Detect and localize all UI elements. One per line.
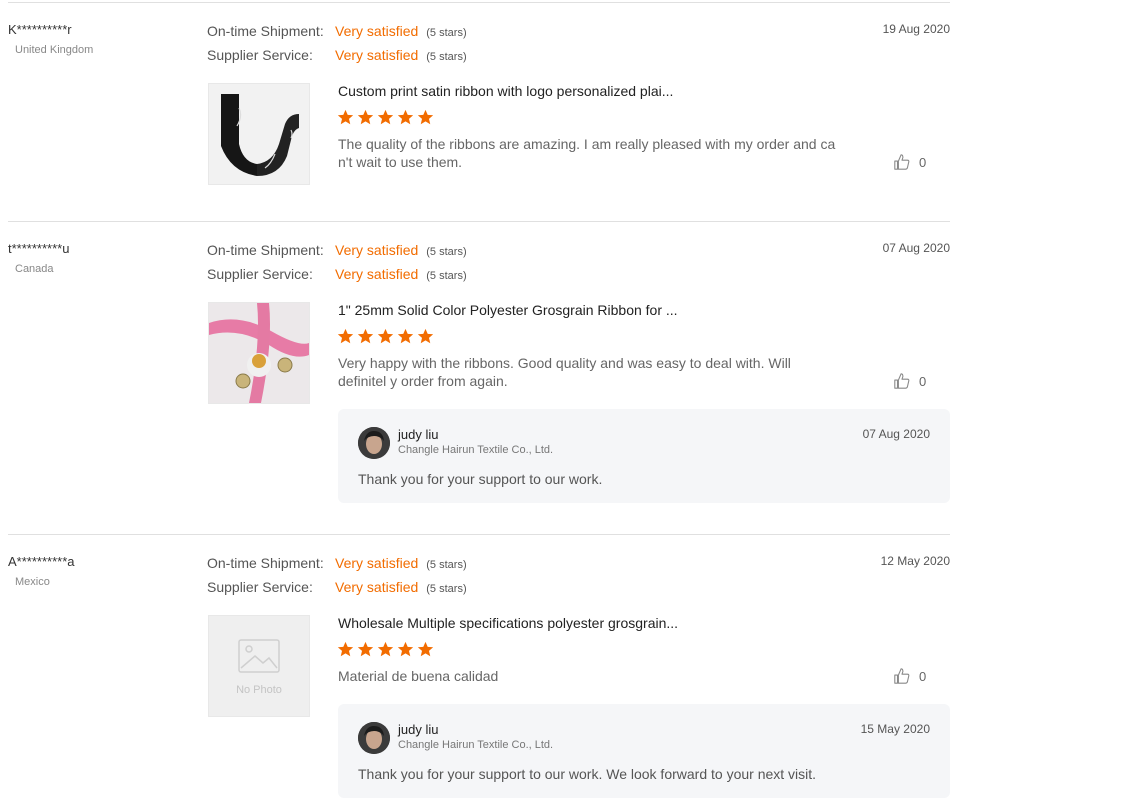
thumbs-up-icon (894, 668, 910, 684)
product-thumbnail[interactable] (208, 83, 310, 185)
star-icon (337, 328, 354, 344)
star-rating (337, 641, 434, 658)
no-photo-label: No Photo (236, 684, 282, 696)
review-divider (8, 221, 950, 222)
star-icon (377, 641, 394, 657)
avatar (358, 722, 390, 754)
no-photo-icon (238, 639, 280, 673)
thumbs-up-icon (894, 373, 910, 389)
star-icon (417, 328, 434, 344)
star-icon (377, 109, 394, 125)
supplier-value: Very satisfied (335, 47, 419, 63)
buyer-country: Canada (15, 263, 54, 275)
reply-text: Thank you for your support to our work. … (358, 766, 817, 782)
reply-author: judy liu (398, 427, 439, 442)
review-comment: The quality of the ribbons are amazing. … (338, 136, 836, 170)
product-thumbnail[interactable] (208, 302, 310, 404)
thumbs-up-icon (894, 154, 910, 170)
on-time-label: On-time Shipment: (207, 555, 324, 571)
supplier-value: Very satisfied (335, 266, 419, 282)
top-divider (8, 2, 950, 3)
star-rating (337, 328, 434, 345)
like-button[interactable]: 0 (893, 667, 926, 685)
buyer-name: A**********a (8, 554, 75, 569)
star-icon (337, 641, 354, 657)
review-comment: Very happy with the ribbons. Good qualit… (338, 355, 791, 389)
review-date: 07 Aug 2020 (882, 241, 950, 255)
like-count: 0 (919, 154, 927, 170)
star-icon (417, 109, 434, 125)
buyer-name: K**********r (8, 22, 72, 37)
supplier-rating: Supplier Service: Very satisfied (5 stars) (207, 47, 467, 63)
star-icon (417, 641, 434, 657)
on-time-rating: On-time Shipment: Very satisfied (5 stars) (207, 23, 467, 39)
review-divider (8, 534, 950, 535)
supplier-stars: (5 stars) (426, 51, 467, 63)
star-icon (337, 109, 354, 125)
pink-ribbon-image (209, 303, 309, 403)
on-time-rating: On-time Shipment: Very satisfied (5 stars) (207, 242, 467, 258)
buyer-country: United Kingdom (15, 44, 94, 56)
product-title[interactable]: 1" 25mm Solid Color Polyester Grosgrain … (338, 302, 678, 318)
reply-author: judy liu (398, 722, 439, 737)
supplier-label: Supplier Service: (207, 579, 313, 595)
star-icon (357, 328, 374, 344)
supplier-rating: Supplier Service: Very satisfied (5 stars) (207, 579, 467, 595)
supplier-stars: (5 stars) (426, 583, 467, 595)
supplier-stars: (5 stars) (426, 270, 467, 282)
product-thumbnail[interactable]: No Photo (208, 615, 310, 717)
supplier-rating: Supplier Service: Very satisfied (5 stars) (207, 266, 467, 282)
like-count: 0 (919, 668, 927, 684)
avatar (358, 427, 390, 459)
on-time-value: Very satisfied (335, 242, 419, 258)
buyer-country: Mexico (15, 576, 50, 588)
supplier-reply: judy liu Changle Hairun Textile Co., Ltd… (338, 704, 950, 798)
reply-date: 07 Aug 2020 (862, 427, 930, 441)
on-time-label: On-time Shipment: (207, 242, 324, 258)
review-item: A**********a Mexico On-time Shipment: Ver… (8, 554, 950, 804)
product-title[interactable]: Custom print satin ribbon with logo pers… (338, 83, 673, 99)
supplier-value: Very satisfied (335, 579, 419, 595)
review-item: K**********r United Kingdom On-time Ship… (8, 22, 950, 222)
on-time-stars: (5 stars) (426, 27, 467, 39)
reply-company: Changle Hairun Textile Co., Ltd. (398, 739, 554, 751)
like-button[interactable]: 0 (893, 372, 926, 390)
star-icon (377, 328, 394, 344)
on-time-stars: (5 stars) (426, 559, 467, 571)
reply-date: 15 May 2020 (860, 722, 930, 736)
like-button[interactable]: 0 (893, 153, 926, 171)
like-count: 0 (919, 373, 927, 389)
on-time-stars: (5 stars) (426, 246, 467, 258)
review-item: t**********u Canada On-time Shipment: Ver… (8, 241, 950, 535)
on-time-value: Very satisfied (335, 23, 419, 39)
product-title[interactable]: Wholesale Multiple specifications polyes… (338, 615, 678, 631)
supplier-label: Supplier Service: (207, 47, 313, 63)
black-ribbon-image (209, 84, 309, 184)
supplier-label: Supplier Service: (207, 266, 313, 282)
buyer-name: t**********u (8, 241, 70, 256)
star-icon (397, 641, 414, 657)
reply-company: Changle Hairun Textile Co., Ltd. (398, 444, 554, 456)
star-icon (357, 641, 374, 657)
on-time-rating: On-time Shipment: Very satisfied (5 stars) (207, 555, 467, 571)
on-time-label: On-time Shipment: (207, 23, 324, 39)
star-icon (397, 328, 414, 344)
review-date: 19 Aug 2020 (882, 22, 950, 36)
reply-text: Thank you for your support to our work. (358, 471, 603, 487)
star-icon (357, 109, 374, 125)
review-date: 12 May 2020 (880, 554, 950, 568)
star-rating (337, 109, 434, 126)
star-icon (397, 109, 414, 125)
supplier-reply: judy liu Changle Hairun Textile Co., Ltd… (338, 409, 950, 503)
on-time-value: Very satisfied (335, 555, 419, 571)
review-comment: Material de buena calidad (338, 668, 499, 684)
